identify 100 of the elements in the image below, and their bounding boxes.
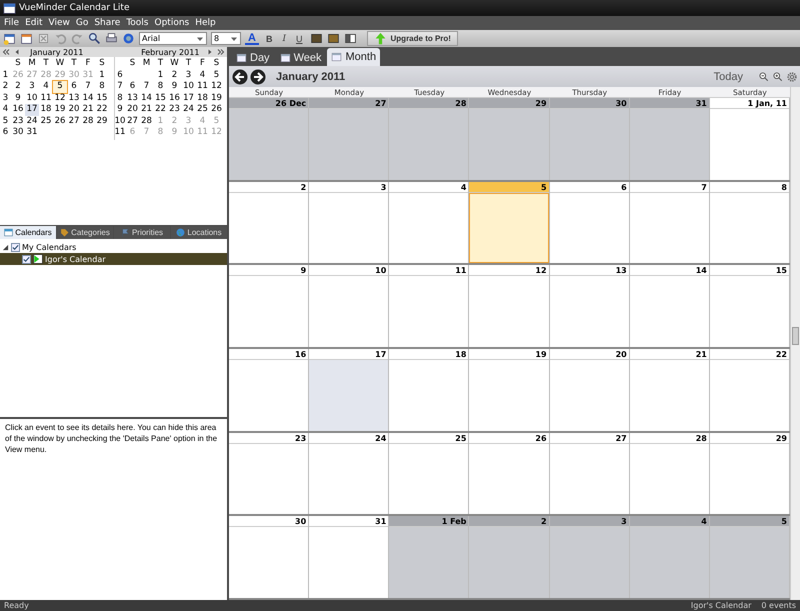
date-cell[interactable]: 27 <box>67 116 81 127</box>
date-cell[interactable]: 7 <box>140 81 154 92</box>
checkbox[interactable] <box>22 254 31 264</box>
selected-row[interactable]: Igor's Calendar <box>0 253 227 265</box>
date-cell[interactable]: 14 <box>81 92 95 104</box>
date-cell[interactable]: 6 <box>126 81 140 92</box>
date-cell[interactable]: 20 <box>126 104 140 116</box>
menu-item[interactable]: File <box>4 18 20 28</box>
day-cell[interactable]: 14 <box>630 265 710 347</box>
date-cell[interactable]: 10 <box>182 81 196 92</box>
date-cell[interactable]: 28 <box>81 116 95 127</box>
day-cell[interactable]: 16 <box>229 348 310 431</box>
date-cell[interactable]: 5 <box>210 70 224 81</box>
date-cell[interactable]: 17 <box>182 92 196 104</box>
date-cell[interactable]: 25 <box>196 104 210 116</box>
sidebar-tab[interactable]: Categories <box>57 226 113 239</box>
date-cell[interactable]: 1 <box>154 70 168 81</box>
date-cell[interactable]: 12 <box>53 92 67 104</box>
date-cell[interactable]: 9 <box>11 92 25 104</box>
date-cell[interactable]: 5 <box>53 81 67 92</box>
date-cell[interactable]: 12 <box>210 81 224 92</box>
day-cell[interactable]: 22 <box>710 348 790 431</box>
date-cell[interactable]: 9 <box>168 81 182 92</box>
menu-item[interactable]: View <box>48 18 70 28</box>
day-cell[interactable]: 21 <box>630 348 710 431</box>
checkbox[interactable] <box>11 242 20 252</box>
date-cell[interactable]: 21 <box>140 104 154 116</box>
date-cell[interactable]: 30 <box>11 127 25 138</box>
date-cell[interactable]: 24 <box>25 116 39 127</box>
collapse-triangle-icon[interactable] <box>2 244 9 250</box>
sidebar-tab[interactable]: Calendars <box>0 226 56 239</box>
date-cell[interactable]: 2 <box>11 81 25 92</box>
date-cell[interactable]: 28 <box>140 116 154 127</box>
sidebar-tab[interactable]: Priorities <box>114 226 170 239</box>
date-cell[interactable]: 20 <box>67 104 81 116</box>
date-cell[interactable]: 16 <box>168 92 182 104</box>
date-cell[interactable]: 19 <box>53 104 67 116</box>
border-icon[interactable] <box>344 32 357 45</box>
date-cell[interactable]: 6 <box>67 81 81 92</box>
right-arrow-icon[interactable] <box>206 48 214 56</box>
day-cell[interactable]: 18 <box>389 348 470 431</box>
day-cell[interactable]: 13 <box>550 265 630 347</box>
search-icon[interactable] <box>88 32 101 45</box>
date-cell[interactable]: 19 <box>210 92 224 104</box>
day-cell[interactable]: 31 <box>309 516 390 598</box>
date-cell[interactable]: 17 <box>25 104 39 116</box>
date-cell[interactable]: 13 <box>67 92 81 104</box>
day-cell[interactable]: 10 <box>309 265 390 347</box>
italic-button[interactable]: I <box>279 34 290 44</box>
date-cell[interactable]: 23 <box>168 104 182 116</box>
date-cell[interactable]: 22 <box>154 104 168 116</box>
day-cell[interactable]: 9 <box>229 265 310 347</box>
date-cell[interactable]: 26 <box>53 116 67 127</box>
menu-item[interactable]: Options <box>154 18 190 28</box>
date-cell[interactable]: 22 <box>95 104 109 116</box>
date-cell[interactable]: 31 <box>25 127 39 138</box>
help-icon[interactable] <box>122 32 135 45</box>
view-tab[interactable]: Week <box>276 50 326 66</box>
date-cell[interactable]: 29 <box>95 116 109 127</box>
date-cell[interactable]: 24 <box>182 104 196 116</box>
menu-item[interactable]: Tools <box>126 18 148 28</box>
double-left-icon[interactable] <box>2 48 10 56</box>
menu-item[interactable]: Edit <box>25 18 42 28</box>
date-cell[interactable]: 8 <box>95 81 109 92</box>
fill-color-icon[interactable] <box>326 32 340 45</box>
day-cell[interactable]: 12 <box>469 265 550 347</box>
date-cell[interactable]: 26 <box>210 104 224 116</box>
date-cell[interactable]: 10 <box>25 92 39 104</box>
date-cell[interactable]: 23 <box>11 116 25 127</box>
sidebar-tab[interactable]: Locations <box>171 226 227 239</box>
view-tab[interactable]: Month <box>327 48 380 66</box>
date-cell[interactable]: 4 <box>196 70 210 81</box>
size-field[interactable]: 8 <box>211 32 241 45</box>
date-cell[interactable]: 11 <box>196 81 210 92</box>
new-event-icon[interactable] <box>3 32 16 45</box>
date-cell[interactable]: 11 <box>39 92 53 104</box>
day-cell[interactable]: 19 <box>469 348 550 431</box>
zoom-out-icon[interactable] <box>759 72 769 82</box>
date-cell[interactable]: 2 <box>168 70 182 81</box>
menu-item[interactable]: Help <box>195 18 216 28</box>
date-cell[interactable]: 14 <box>140 92 154 104</box>
bold-button[interactable]: B <box>262 34 276 44</box>
date-cell[interactable]: 15 <box>154 92 168 104</box>
date-cell[interactable]: 27 <box>126 116 140 127</box>
date-cell[interactable]: 3 <box>25 81 39 92</box>
upgrade-button[interactable]: Upgrade to Pro! <box>366 31 458 46</box>
day-cell[interactable]: 15 <box>710 265 790 347</box>
date-cell[interactable]: 18 <box>39 104 53 116</box>
date-cell[interactable]: 16 <box>11 104 25 116</box>
date-cell[interactable]: 18 <box>196 92 210 104</box>
date-cell[interactable]: 21 <box>81 104 95 116</box>
date-cell[interactable]: 15 <box>95 92 109 104</box>
today-button[interactable]: Today <box>708 70 749 84</box>
day-cell[interactable]: 1 Jan, 11 <box>710 98 790 180</box>
date-cell[interactable]: 7 <box>81 81 95 92</box>
day-cell[interactable]: 20 <box>550 348 630 431</box>
date-cell[interactable]: 4 <box>39 81 53 92</box>
double-right-icon[interactable] <box>217 48 225 56</box>
date-cell[interactable]: 1 <box>95 70 109 81</box>
next-button[interactable] <box>250 68 266 84</box>
